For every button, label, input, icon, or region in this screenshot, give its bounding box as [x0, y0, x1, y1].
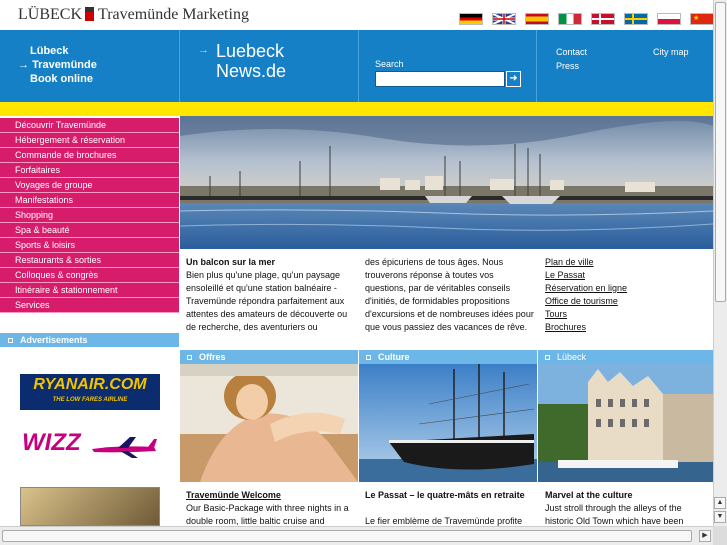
logo-word-lubeck: LÜBECK — [18, 6, 82, 23]
harbor-hero-image — [180, 116, 713, 249]
search-label: Search — [375, 59, 404, 69]
ryanair-ad-tagline: THE LOW FARES AIRLINE — [52, 397, 128, 403]
sidebar-item-itineraire[interactable]: Itinéraire & stationnement — [0, 283, 179, 298]
link-reservation[interactable]: Réservation en ligne — [545, 283, 627, 293]
quick-links: Plan de ville Le Passat Réservation en l… — [545, 256, 710, 334]
news-column: → Luebeck News.de — [180, 30, 359, 102]
lubeck-text: Just stroll through the alleys of the hi… — [545, 503, 684, 526]
link-le-passat[interactable]: Le Passat — [545, 270, 585, 280]
flag-swedish-icon[interactable] — [624, 13, 648, 25]
sidebar-item-manifestations[interactable]: Manifestations — [0, 193, 179, 208]
nav-sites-column: Lübeck → Travemünde Book online — [0, 30, 180, 102]
sidebar-item-sports[interactable]: Sports & loisirs — [0, 238, 179, 253]
logo-word-marketing: Travemünde Marketing — [98, 6, 249, 23]
news-title-link[interactable]: Luebeck News.de — [216, 41, 286, 81]
nav-link-city-map[interactable]: City map — [653, 47, 689, 57]
link-office-tourisme[interactable]: Office de tourisme — [545, 296, 618, 306]
nav-link-book-online[interactable]: Book online — [30, 72, 179, 86]
offres-title: Travemünde Welcome — [186, 490, 281, 500]
news-title-line1: Luebeck — [216, 41, 285, 61]
link-tours[interactable]: Tours — [545, 309, 567, 319]
advertisements-heading: Advertisements — [0, 333, 179, 347]
intro-text-col1: Bien plus qu'une plage, qu'un paysage en… — [186, 270, 348, 332]
section-heading-label: Lübeck — [557, 352, 587, 362]
nav-link-contact[interactable]: Contact — [556, 47, 587, 57]
third-ad-image[interactable] — [20, 487, 160, 526]
ryanair-ad-title: RYANAIR.COM — [33, 376, 147, 393]
sidebar-item-brochures[interactable]: Commande de brochures — [0, 148, 179, 163]
intro-text-col2: des épicuriens de tous âges. Nous trouve… — [365, 257, 534, 332]
offres-text: Our Basic-Package with three nights in a… — [186, 503, 349, 526]
nav-link-lubeck[interactable]: Lübeck — [30, 44, 179, 58]
lubeck-photo[interactable] — [538, 364, 713, 482]
flag-polish-icon[interactable] — [657, 13, 681, 25]
vertical-scrollbar[interactable]: ▲ ▼ — [713, 0, 727, 545]
offres-title-link[interactable]: Travemünde Welcome — [186, 489, 281, 502]
intro-heading: Un balcon sur la mer — [186, 257, 276, 267]
sidebar: Découvrir Travemünde Hébergement & réser… — [0, 116, 180, 545]
bullet-icon — [8, 338, 13, 343]
section-heading-label: Offres — [199, 352, 226, 362]
section-heading-offres: Offres — [180, 350, 358, 364]
sidebar-item-hebergement[interactable]: Hébergement & réservation — [0, 133, 179, 148]
sidebar-item-forfaitaires[interactable]: Forfaitaires — [0, 163, 179, 178]
vertical-scroll-thumb[interactable] — [715, 2, 726, 302]
advertisements-label: Advertisements — [20, 335, 88, 345]
sidebar-item-colloques[interactable]: Colloques & congrès — [0, 268, 179, 283]
link-brochures[interactable]: Brochures — [545, 322, 586, 332]
flag-danish-icon[interactable] — [591, 13, 615, 25]
arrow-right-icon: → — [198, 44, 209, 56]
bullet-icon — [187, 355, 192, 360]
nav-link-press[interactable]: Press — [556, 61, 579, 71]
link-plan-de-ville[interactable]: Plan de ville — [545, 257, 594, 267]
sidebar-item-decouvrir[interactable]: Découvrir Travemünde — [0, 118, 179, 133]
main-navigation: Lübeck → Travemünde Book online → Luebec… — [0, 30, 713, 102]
section-heading-lubeck: Lübeck — [538, 350, 713, 364]
flag-english-icon[interactable] — [492, 13, 516, 25]
horizontal-scroll-thumb[interactable] — [2, 530, 692, 542]
scroll-right-icon[interactable]: ▶ — [699, 530, 711, 542]
sidebar-item-restaurants[interactable]: Restaurants & sorties — [0, 253, 179, 268]
arrow-right-icon: → — [18, 59, 33, 71]
sidebar-item-services[interactable]: Services — [0, 298, 179, 313]
culture-title[interactable]: Le Passat – le quatre-mâts en retraite — [365, 489, 535, 502]
bullet-icon — [545, 355, 550, 360]
nav-link-travemunde[interactable]: → Travemünde — [18, 58, 179, 72]
news-title-line2: News.de — [216, 61, 287, 81]
logo-mark-icon — [85, 7, 94, 21]
offres-photo[interactable] — [180, 364, 358, 482]
flag-german-icon[interactable] — [459, 13, 483, 25]
yellow-stripe — [0, 102, 713, 116]
flag-italian-icon[interactable] — [558, 13, 582, 25]
wizz-ad-logo: WIZZ — [22, 429, 81, 456]
site-logo[interactable]: LÜBECK Travemünde Marketing — [18, 6, 249, 24]
search-column: Search ➜ — [359, 30, 537, 102]
search-input[interactable] — [375, 71, 505, 87]
sidebar-item-shopping[interactable]: Shopping — [0, 208, 179, 223]
scroll-up-icon[interactable]: ▲ — [714, 497, 726, 509]
flag-spanish-icon[interactable] — [525, 13, 549, 25]
flag-chinese-icon[interactable]: ★ — [690, 13, 714, 25]
bullet-icon — [366, 355, 371, 360]
search-submit-button[interactable]: ➜ — [506, 71, 521, 87]
scrollbar-corner — [713, 526, 727, 545]
airplane-icon — [92, 437, 157, 458]
lubeck-title[interactable]: Marvel at the culture — [545, 489, 633, 502]
culture-photo[interactable] — [359, 364, 537, 482]
horizontal-scrollbar[interactable]: ▶ — [0, 526, 713, 545]
arrow-right-icon: ➜ — [509, 73, 518, 84]
wizz-ad[interactable]: WIZZ — [20, 427, 160, 465]
sidebar-item-voyages[interactable]: Voyages de groupe — [0, 178, 179, 193]
top-header: LÜBECK Travemünde Marketing ★ — [0, 0, 714, 30]
section-heading-culture: Culture — [359, 350, 537, 364]
sidebar-item-spa[interactable]: Spa & beauté — [0, 223, 179, 238]
scroll-down-icon[interactable]: ▼ — [714, 511, 726, 523]
ryanair-ad[interactable]: RYANAIR.COM THE LOW FARES AIRLINE — [20, 374, 160, 410]
section-heading-label: Culture — [378, 352, 410, 362]
